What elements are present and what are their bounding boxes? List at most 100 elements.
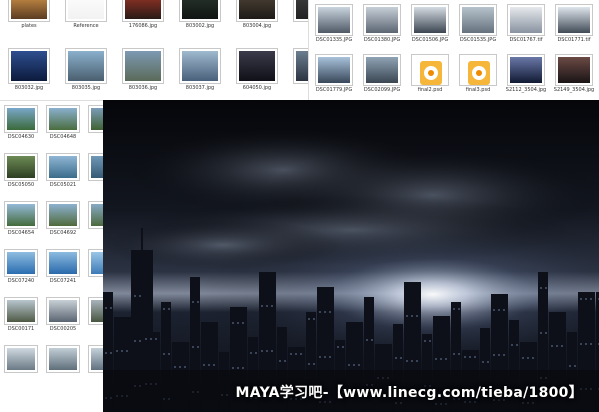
file-item[interactable]: DSC02099.JPG	[363, 54, 401, 94]
file-item[interactable]: DSC01779.JPG	[315, 54, 353, 94]
file-name-label: DSC04654	[7, 230, 35, 236]
file-thumbnail[interactable]	[179, 48, 221, 84]
file-item[interactable]: 8	[293, 0, 308, 30]
file-thumbnail[interactable]	[122, 48, 164, 84]
file-thumbnail[interactable]	[315, 54, 353, 86]
file-item[interactable]: 803036.jpg	[122, 48, 164, 92]
file-thumbnail[interactable]	[411, 4, 449, 36]
file-thumbnail[interactable]	[88, 153, 103, 181]
file-item[interactable]: DSC05021	[46, 153, 80, 189]
file-thumbnail[interactable]	[555, 4, 593, 36]
file-thumbnail[interactable]	[8, 48, 50, 84]
file-thumbnail[interactable]	[4, 201, 38, 229]
file-item[interactable]: 803037.jpg	[179, 48, 221, 92]
file-item[interactable]	[88, 105, 103, 141]
file-thumbnail[interactable]	[315, 4, 353, 36]
file-item[interactable]: 176086.jpg	[122, 0, 164, 30]
file-item[interactable]: 803004.jpg	[236, 0, 278, 30]
file-item[interactable]	[88, 153, 103, 189]
psd-file-icon[interactable]	[411, 54, 449, 86]
thumbnail-image	[68, 0, 104, 19]
file-item[interactable]: final2.psd	[411, 54, 449, 94]
file-item[interactable]: plates	[8, 0, 50, 30]
thumbnail-image	[462, 7, 494, 33]
file-item[interactable]	[88, 201, 103, 237]
thumbnail-image	[91, 108, 103, 130]
file-item[interactable]: DSC01767.tif	[507, 4, 545, 44]
file-thumbnail[interactable]	[4, 345, 38, 373]
file-item[interactable]: DSC00205	[46, 297, 80, 333]
file-item[interactable]: Reference	[65, 0, 107, 30]
file-item[interactable]: DSC05050	[4, 153, 38, 189]
file-item[interactable]: DSC07240	[4, 249, 38, 285]
file-item[interactable]: DSC01335.JPG	[315, 4, 353, 44]
file-thumbnail[interactable]	[4, 249, 38, 277]
file-thumbnail[interactable]	[236, 48, 278, 84]
file-thumbnail[interactable]	[8, 0, 50, 22]
file-thumbnail[interactable]	[236, 0, 278, 22]
file-thumbnail[interactable]	[46, 201, 80, 229]
lit-window	[313, 318, 315, 320]
file-thumbnail[interactable]	[46, 105, 80, 133]
file-thumbnail[interactable]	[555, 54, 593, 86]
file-thumbnail[interactable]	[46, 153, 80, 181]
file-item[interactable]	[88, 345, 103, 381]
file-thumbnail[interactable]	[46, 297, 80, 325]
file-item[interactable]: DSC04654	[4, 201, 38, 237]
lit-window	[503, 309, 505, 311]
file-thumbnail[interactable]	[88, 249, 103, 277]
thumbnail-image	[182, 51, 218, 81]
file-item[interactable]: S2149_3504.jpg	[554, 54, 594, 94]
file-item[interactable]: 604050.jpg	[236, 48, 278, 92]
file-item[interactable]	[4, 345, 38, 381]
file-thumbnail[interactable]	[65, 48, 107, 84]
file-item[interactable]: DSC04692	[46, 201, 80, 237]
file-thumbnail[interactable]	[507, 4, 545, 36]
file-thumbnail[interactable]	[293, 0, 308, 22]
file-item[interactable]: S2112_3504.jpg	[506, 54, 546, 94]
file-item[interactable]	[88, 249, 103, 285]
file-thumbnail[interactable]	[88, 297, 103, 325]
file-item[interactable]: DSC01771.tif	[555, 4, 593, 44]
file-item[interactable]: 803035.jpg	[65, 48, 107, 92]
file-item[interactable]: DSC01506.JPG	[411, 4, 449, 44]
lit-window	[290, 353, 292, 355]
file-thumbnail[interactable]	[88, 345, 103, 373]
thumbnail-image	[125, 0, 161, 19]
file-thumbnail[interactable]	[459, 4, 497, 36]
file-item[interactable]: 6	[293, 48, 308, 92]
lit-window	[416, 360, 418, 362]
psd-file-icon[interactable]	[459, 54, 497, 86]
file-thumbnail[interactable]	[122, 0, 164, 22]
file-thumbnail[interactable]	[46, 249, 80, 277]
file-thumbnail[interactable]	[363, 4, 401, 36]
file-item[interactable]: DSC01380.JPG	[363, 4, 401, 44]
file-item[interactable]: DSC07241	[46, 249, 80, 285]
file-thumbnail[interactable]	[4, 297, 38, 325]
thumbnail-image	[91, 252, 103, 274]
thumbnail-image	[182, 0, 218, 19]
lit-window	[232, 322, 234, 324]
file-thumbnail[interactable]	[46, 345, 80, 373]
file-item[interactable]	[88, 297, 103, 333]
lit-window	[208, 364, 210, 366]
file-thumbnail[interactable]	[4, 153, 38, 181]
file-item[interactable]: 803002.jpg	[179, 0, 221, 30]
file-thumbnail[interactable]	[4, 105, 38, 133]
file-thumbnail[interactable]	[88, 105, 103, 133]
file-item[interactable]: DSC00171	[4, 297, 38, 333]
file-thumbnail[interactable]	[65, 0, 107, 22]
lit-window	[522, 357, 524, 359]
file-item[interactable]	[46, 345, 80, 381]
file-item[interactable]: 803032.jpg	[8, 48, 50, 92]
file-item[interactable]: DSC04648	[46, 105, 80, 141]
file-item[interactable]: final3.psd	[459, 54, 497, 94]
lit-window	[400, 357, 402, 359]
file-thumbnail[interactable]	[507, 54, 545, 86]
file-item[interactable]: DSC01535.JPG	[459, 4, 497, 44]
file-thumbnail[interactable]	[293, 48, 308, 84]
file-thumbnail[interactable]	[88, 201, 103, 229]
file-thumbnail[interactable]	[363, 54, 401, 86]
file-thumbnail[interactable]	[179, 0, 221, 22]
file-item[interactable]: DSC04630	[4, 105, 38, 141]
